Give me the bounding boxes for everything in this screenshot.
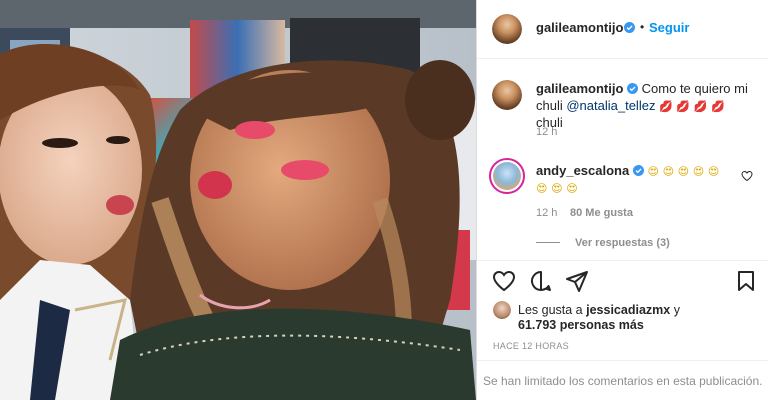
bookmark-icon[interactable] <box>734 269 758 293</box>
view-replies-button[interactable]: Ver respuestas (3) <box>575 237 670 249</box>
caption-avatar[interactable] <box>492 80 522 110</box>
commenter-avatar[interactable] <box>489 158 525 194</box>
heart-eyes-emoji: 😍 <box>647 165 659 178</box>
likes-connector: y <box>673 303 680 317</box>
heart-eyes-emoji: 😍 <box>566 182 578 195</box>
caption-mention[interactable]: @natalia_tellez <box>566 98 655 113</box>
likes-summary: Les gusta a jessicadiazmx y <box>518 302 758 319</box>
share-icon[interactable] <box>565 269 589 293</box>
actions-divider <box>477 260 768 261</box>
post-sidebar: galileamontijo • Seguir galileamontijo C… <box>476 0 768 400</box>
header-separator: • <box>640 20 645 34</box>
post-timestamp: HACE 12 HORAS <box>493 341 569 351</box>
kiss-emoji: 💋 <box>659 100 673 113</box>
comment-username[interactable]: andy_escalona <box>536 163 629 178</box>
liker-avatar[interactable] <box>493 301 511 319</box>
comment-time: 12 h <box>536 207 558 219</box>
caption-username[interactable]: galileamontijo <box>536 81 623 96</box>
post-image <box>0 0 476 400</box>
kiss-emoji: 💋 <box>676 100 691 113</box>
post-header: galileamontijo • Seguir <box>477 0 768 58</box>
kiss-emoji: 💋 <box>693 100 708 113</box>
verified-icon <box>632 165 644 176</box>
verified-icon <box>624 22 635 33</box>
replies-line <box>536 242 560 243</box>
caption-time: 12 h <box>536 126 558 138</box>
liker-username[interactable]: jessicadiazmx <box>586 303 670 317</box>
likes-prefix: Les gusta a <box>518 303 583 317</box>
comment-likes[interactable]: 80 Me gusta <box>570 207 633 219</box>
heart-eyes-emoji: 😍 <box>707 165 720 178</box>
post-photo <box>0 0 476 400</box>
small-heart-icon[interactable] <box>741 170 753 182</box>
comment-icon[interactable] <box>529 269 553 293</box>
heart-eyes-emoji: 😍 <box>677 165 690 178</box>
caption: galileamontijo Como te quiero mi chuli c… <box>477 76 768 146</box>
heart-eyes-emoji: 😍 <box>551 182 563 195</box>
kiss-emoji: 💋 <box>711 100 725 113</box>
author-username[interactable]: galileamontijo <box>536 20 623 35</box>
header-divider <box>477 58 768 59</box>
heart-eyes-emoji: 😍 <box>536 182 548 195</box>
follow-button[interactable]: Seguir <box>649 20 689 35</box>
heart-eyes-emoji: 😍 <box>692 165 705 178</box>
likes-count[interactable]: 61.793 personas más <box>518 318 644 332</box>
heart-eyes-emoji: 😍 <box>662 165 675 178</box>
verified-icon <box>627 83 639 94</box>
comments-limited-notice: Se han limitado los comentarios en esta … <box>483 374 763 388</box>
footer-divider <box>477 360 768 361</box>
heart-icon[interactable] <box>492 269 516 293</box>
comment: andy_escalona 😍 😍 😍 😍 😍 😍 😍 😍 12 h 80 Me… <box>477 156 768 256</box>
author-avatar[interactable] <box>492 14 522 44</box>
